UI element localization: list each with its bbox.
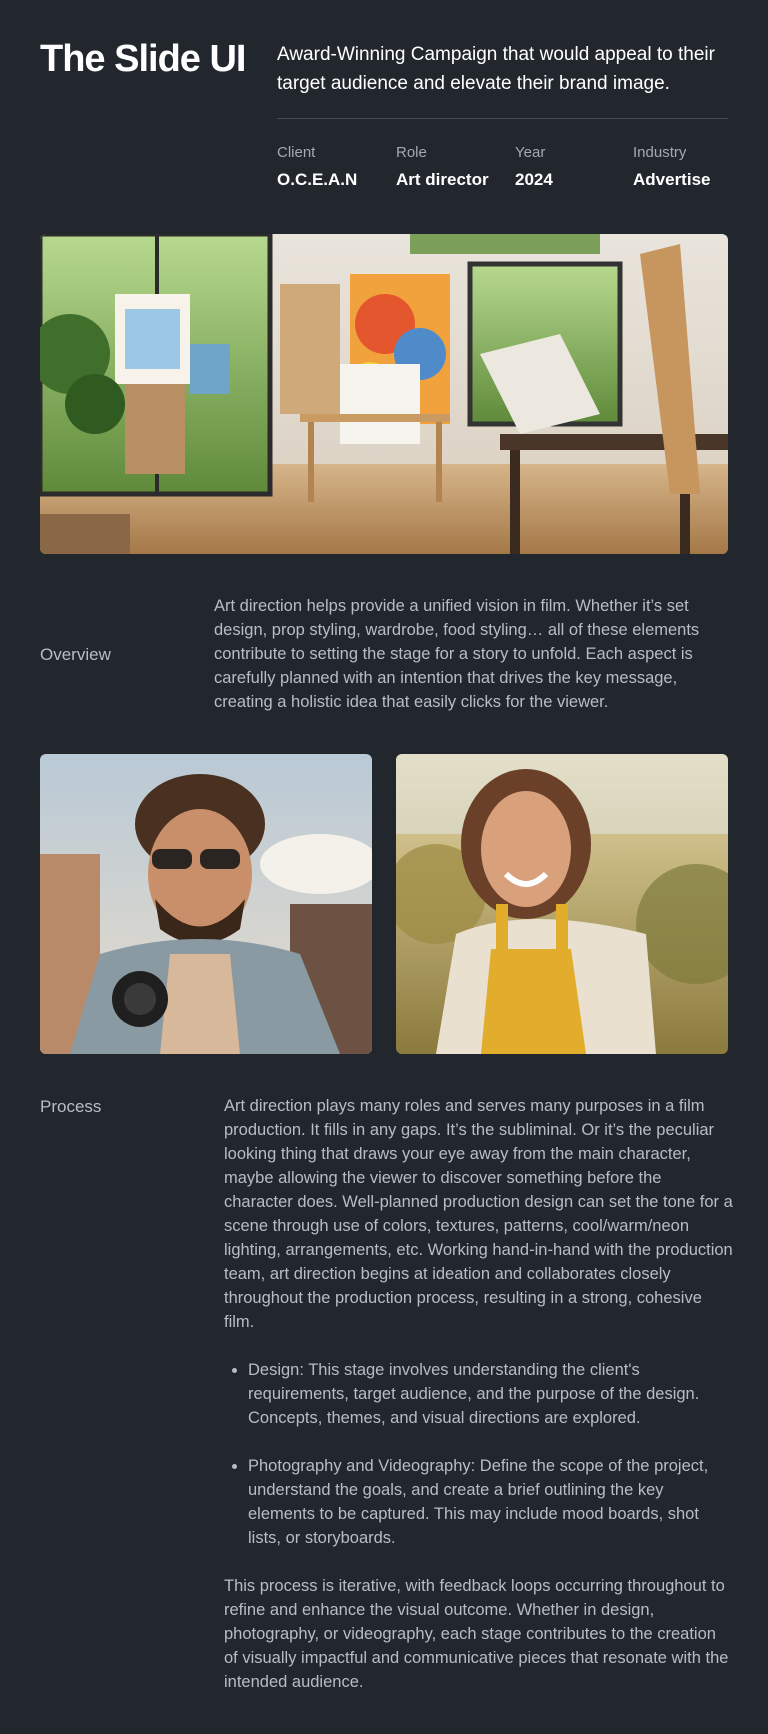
- meta-year: Year 2024: [515, 144, 553, 190]
- meta-value: 2024: [515, 170, 553, 189]
- header-divider: [277, 118, 728, 119]
- process-bullet: Design: This stage involves understandin…: [248, 1358, 734, 1430]
- meta-label: Role: [396, 144, 427, 161]
- meta-label: Industry: [633, 144, 687, 161]
- process-label: Process: [40, 1097, 102, 1116]
- woman-portrait-image: [396, 754, 728, 1054]
- process-outro: This process is iterative, with feedback…: [224, 1577, 729, 1691]
- meta-role: Role Art director: [396, 144, 489, 190]
- process-content: Art direction plays many roles and serve…: [224, 1094, 734, 1694]
- overview-text: Art direction helps provide a unified vi…: [214, 597, 700, 711]
- meta-label: Client: [277, 144, 316, 161]
- meta-industry: Industry Advertise: [633, 144, 710, 190]
- meta-label: Year: [515, 144, 546, 161]
- process-intro: Art direction plays many roles and serve…: [224, 1097, 733, 1331]
- meta-value: Advertise: [633, 170, 711, 189]
- meta-value: Art director: [396, 170, 489, 189]
- process-bullet: Photography and Videography: Define the …: [248, 1454, 734, 1550]
- project-tagline: Award-Winning Campaign that would appeal…: [277, 44, 715, 94]
- man-portrait-image: [40, 754, 372, 1054]
- overview-label: Overview: [40, 645, 111, 664]
- meta-value: O.C.E.A.N: [277, 170, 358, 189]
- page-title: The Slide UI: [40, 38, 246, 80]
- hero-studio-image: [40, 234, 728, 554]
- meta-client: Client O.C.E.A.N: [277, 144, 357, 190]
- process-bullet-list: Design: This stage involves understandin…: [224, 1358, 734, 1550]
